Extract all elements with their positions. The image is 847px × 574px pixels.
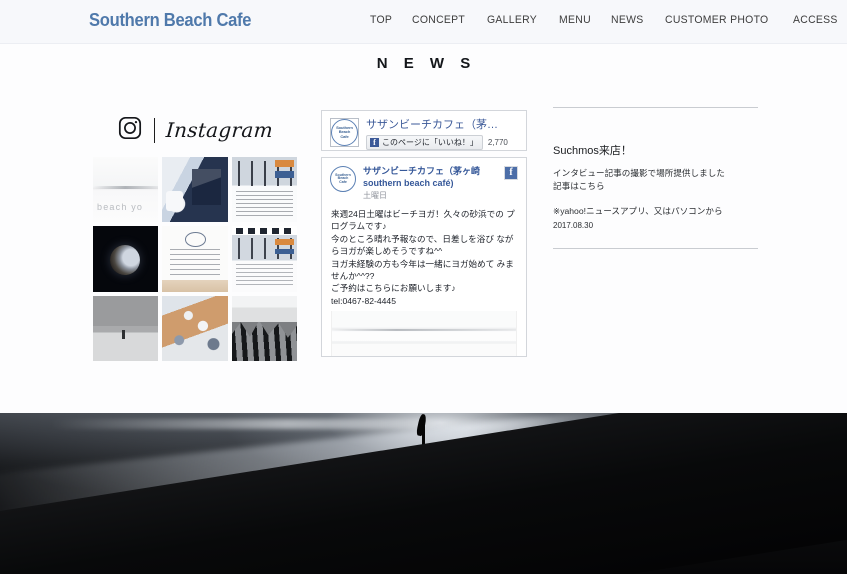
nav-item-gallery[interactable]: GALLERY: [487, 14, 537, 26]
facebook-like-row: f このページに「いいね！」 2,770 「い: [366, 135, 518, 150]
news-item-title: Suchmos来店！: [553, 145, 632, 157]
facebook-like-count: 2,770: [487, 138, 508, 147]
facebook-like-button[interactable]: f このページに「いいね！」: [366, 135, 483, 150]
facebook-widget: Southern Beach Cafe サザンビーチカフェ（茅… f このページ…: [321, 110, 527, 357]
facebook-post-photo[interactable]: [331, 311, 517, 356]
hero-foam-line: [50, 419, 576, 430]
logo-line: Cafe: [340, 133, 349, 139]
instagram-tile[interactable]: [231, 295, 297, 362]
news-page: Southern Beach Cafe TOP CONCEPT GALLERY …: [0, 0, 847, 574]
facebook-f-icon: f: [370, 138, 379, 147]
nav-item-news[interactable]: NEWS: [611, 14, 643, 26]
instagram-tile[interactable]: [231, 226, 297, 292]
facebook-page-logo: Southern Beach Cafe: [330, 118, 359, 147]
instagram-divider: [154, 117, 156, 143]
instagram-photo-grid: beach yo: [93, 157, 297, 362]
instagram-tile[interactable]: [162, 157, 228, 223]
facebook-post-author[interactable]: サザンビーチカフェ（茅ヶ崎 southern beach café): [363, 166, 497, 189]
site-logo[interactable]: Southern Beach Cafe: [89, 10, 252, 31]
facebook-logo-icon: f: [504, 166, 518, 180]
facebook-like-suffix: 「い: [513, 137, 518, 148]
news-divider-bottom: [553, 247, 758, 249]
instagram-tile[interactable]: [231, 157, 297, 223]
facebook-post-text: 来週24日土曜はビーチヨガ！久々の砂浜での プログラムです♪ 今のところ晴れ予報…: [331, 209, 515, 306]
main-navigation: TOP CONCEPT GALLERY MENU NEWS CUSTOMER P…: [370, 14, 840, 26]
news-item-note: ※yahoo!ニュースアプリ、又はパソコンから: [553, 206, 723, 217]
page-title: N E W S: [376, 55, 477, 72]
instagram-section: Instagram beach yo: [93, 110, 297, 362]
instagram-tile[interactable]: [93, 226, 159, 292]
news-item[interactable]: Suchmos来店！ インタビュー記事の撮影で場所提供しました 記事はこちら ※…: [553, 108, 758, 248]
instagram-icon: [117, 115, 143, 146]
nav-item-top[interactable]: TOP: [370, 14, 392, 26]
nav-item-customer-photo[interactable]: CUSTOMER PHOTO: [665, 14, 768, 26]
news-item-date: 2017.08.30: [553, 220, 594, 230]
news-item-text: インタビュー記事の撮影で場所提供しました 記事はこちら: [553, 168, 725, 191]
instagram-tile[interactable]: beach yo: [93, 157, 159, 223]
news-list: Suchmos来店！ インタビュー記事の撮影で場所提供しました 記事はこちら ※…: [553, 107, 758, 249]
instagram-tile[interactable]: [162, 295, 228, 362]
hero-beach-image: [0, 413, 847, 574]
instagram-wordmark: Instagram: [165, 118, 274, 142]
logo-line: Cafe: [339, 179, 347, 184]
instagram-tile[interactable]: [93, 295, 159, 362]
nav-item-access[interactable]: ACCESS: [793, 14, 838, 26]
nav-item-concept[interactable]: CONCEPT: [412, 14, 465, 26]
facebook-post-card: Southern Beach Cafe サザンビーチカフェ（茅ヶ崎 southe…: [321, 157, 527, 357]
nav-item-menu[interactable]: MENU: [559, 14, 591, 26]
instagram-tile[interactable]: [162, 226, 228, 292]
facebook-post-header: Southern Beach Cafe サザンビーチカフェ（茅ヶ崎 southe…: [322, 158, 526, 201]
site-header: Southern Beach Cafe TOP CONCEPT GALLERY …: [0, 0, 847, 44]
avatar[interactable]: Southern Beach Cafe: [330, 166, 356, 192]
instagram-tile-caption: beach yo: [97, 202, 144, 213]
instagram-header: Instagram: [93, 110, 297, 150]
facebook-page-card: Southern Beach Cafe サザンビーチカフェ（茅… f このページ…: [321, 110, 527, 151]
facebook-page-name[interactable]: サザンビーチカフェ（茅…: [366, 118, 518, 132]
facebook-like-label: このページに「いいね！」: [382, 138, 478, 147]
page-content: N E W S Instagram beach yo Southern Beac…: [0, 55, 847, 375]
facebook-post-time: 土曜日: [363, 191, 387, 200]
